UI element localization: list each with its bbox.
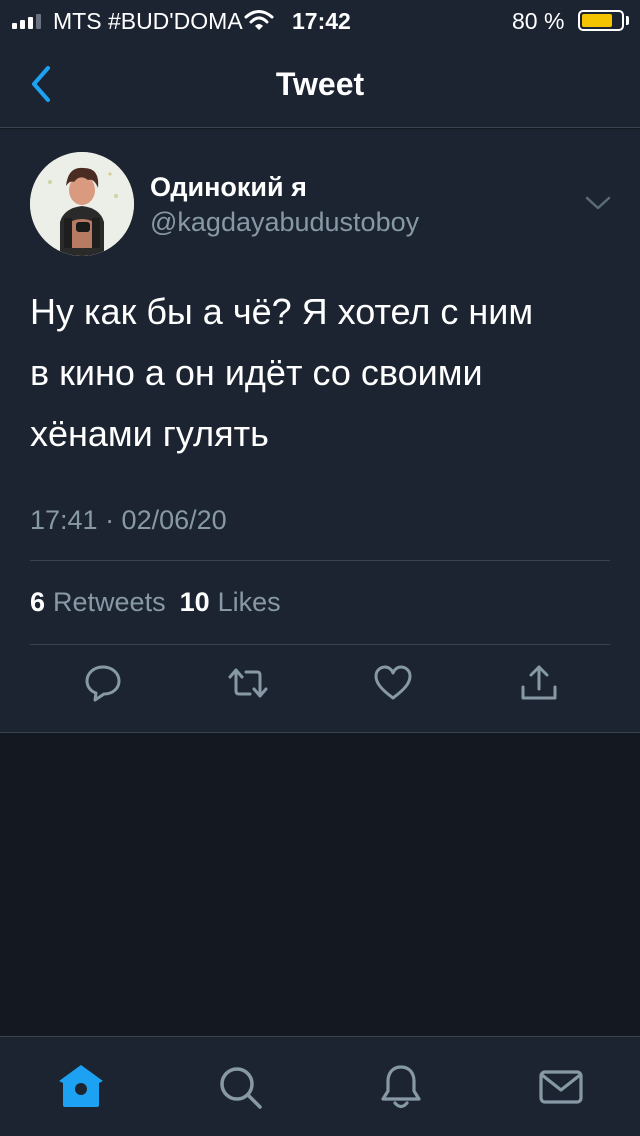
battery-tip: [626, 16, 629, 25]
tweet-text-line: в кино а он идёт со своими: [30, 352, 483, 393]
tweet-text: Ну как бы а чё? Я хотел с ним в кино а о…: [30, 281, 610, 464]
battery-percent: 80 %: [512, 8, 565, 34]
tweet-detail-screen: MTS #BUD'DOMA 17:42 80 % Tweet Одинокий …: [0, 0, 640, 1136]
divider: [30, 644, 610, 645]
tweet-actions: [0, 661, 640, 713]
retweets-label[interactable]: Retweets: [53, 587, 166, 618]
status-bar: MTS #BUD'DOMA 17:42 80 %: [0, 0, 640, 40]
tweet-timestamp: 17:41 · 02/06/20: [30, 505, 227, 535]
status-time: 17:42: [292, 8, 351, 34]
tweet-stats: 6 Retweets 10 Likes: [30, 587, 295, 618]
battery-level-fill: [582, 14, 612, 27]
retweets-count[interactable]: 6: [30, 587, 45, 618]
author-name[interactable]: Одинокий я: [150, 172, 307, 203]
battery-icon: [578, 10, 624, 31]
signal-icon: [12, 13, 41, 29]
likes-label[interactable]: Likes: [218, 587, 281, 618]
author-handle[interactable]: @kagdayabudustoboy: [150, 207, 419, 238]
chevron-down-icon[interactable]: [584, 193, 612, 213]
page-title: Tweet: [275, 66, 365, 102]
tweet-card: Одинокий я @kagdayabudustoboy Ну как бы …: [0, 129, 640, 733]
avatar-image: [30, 152, 134, 256]
carrier-name: MTS #BUD'DOMA: [53, 8, 243, 34]
retweet-icon[interactable]: [226, 661, 270, 705]
reply-icon[interactable]: [81, 661, 125, 705]
divider: [30, 560, 610, 561]
home-icon[interactable]: [55, 1061, 107, 1113]
navigation-bar: Tweet: [0, 40, 640, 128]
tweet-text-line: хёнами гулять: [30, 413, 269, 454]
wifi-icon: [244, 10, 274, 30]
search-icon[interactable]: [214, 1061, 266, 1113]
notifications-icon[interactable]: [375, 1061, 427, 1113]
like-icon[interactable]: [371, 661, 415, 705]
messages-icon[interactable]: [535, 1061, 587, 1113]
tweet-text-line: Ну как бы а чё? Я хотел с ним: [30, 291, 534, 332]
share-icon[interactable]: [517, 661, 561, 705]
avatar[interactable]: [30, 152, 134, 256]
likes-count[interactable]: 10: [180, 587, 210, 618]
tab-bar: [0, 1036, 640, 1136]
